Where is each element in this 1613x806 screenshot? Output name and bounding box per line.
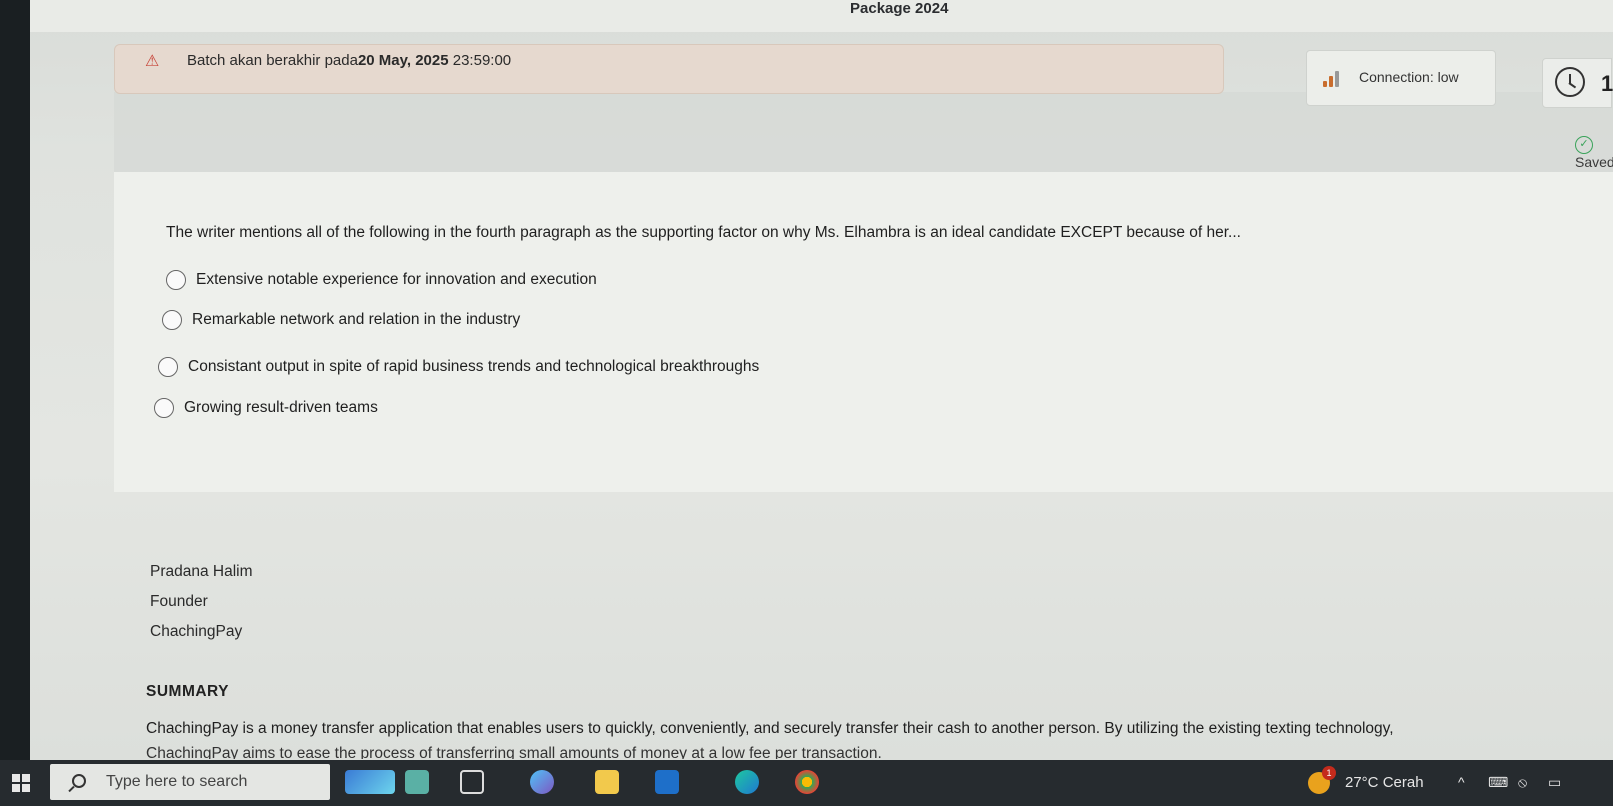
alert-date: 20 May, 2025 [357, 52, 449, 69]
weather-desc: Cerah [1382, 774, 1424, 791]
signature-role: Founder [150, 593, 208, 610]
warning-icon: ⚠ [145, 53, 160, 70]
saved-status: ✓Saved [1575, 136, 1613, 170]
page-title: Package 2024 [850, 0, 949, 17]
top-bar: Package 2024 [30, 0, 1613, 32]
signature-name: Pradana Halim [150, 563, 253, 580]
weather-widget[interactable]: 1 [1306, 766, 1336, 796]
widget-icon[interactable] [345, 770, 395, 794]
option-label: Growing result-driven teams [184, 399, 378, 417]
weather-text[interactable]: 27°C Cerah [1345, 774, 1424, 791]
file-explorer-icon[interactable] [595, 770, 619, 794]
battery-icon[interactable]: ▭ [1548, 774, 1561, 791]
option-b[interactable]: Remarkable network and relation in the i… [162, 310, 520, 330]
radio-button[interactable] [154, 398, 174, 418]
alert-prefix: Batch akan berakhir pada [187, 52, 358, 69]
windows-start-icon[interactable] [12, 774, 30, 792]
notification-badge: 1 [1322, 766, 1336, 780]
option-label: Consistant output in spite of rapid busi… [188, 358, 760, 376]
app-icon[interactable] [405, 770, 429, 794]
summary-line-1: ChachingPay is a money transfer applicat… [146, 720, 1394, 737]
task-view-icon[interactable] [460, 770, 484, 794]
signal-icon [1323, 69, 1345, 87]
radio-button[interactable] [162, 310, 182, 330]
question-text: The writer mentions all of the following… [166, 224, 1241, 241]
summary-line-2: ChachingPay aims to ease the process of … [146, 745, 882, 759]
deadline-alert: ⚠ Batch akan berakhir pada20 May, 2025 2… [114, 44, 1224, 94]
signature-company: ChachingPay [150, 623, 243, 640]
radio-button[interactable] [166, 270, 186, 290]
edge-icon[interactable] [735, 770, 759, 794]
timer-value: 1 [1601, 71, 1613, 96]
search-placeholder: Type here to search [106, 773, 248, 790]
connection-status: Connection: low [1306, 50, 1496, 106]
option-label: Remarkable network and relation in the i… [192, 311, 521, 329]
option-d[interactable]: Growing result-driven teams [154, 398, 378, 418]
copilot-icon[interactable] [530, 770, 554, 794]
saved-label: Saved [1575, 154, 1613, 171]
option-label: Extensive notable experience for innovat… [196, 271, 597, 289]
chrome-icon[interactable] [795, 770, 819, 794]
chevron-up-icon[interactable]: ^ [1458, 774, 1465, 790]
option-a[interactable]: Extensive notable experience for innovat… [166, 270, 597, 290]
temperature: 27°C [1345, 774, 1379, 791]
taskbar: Type here to search 1 27°C Cerah ^ ⌨ ⦸ ▭ [0, 760, 1613, 806]
option-c[interactable]: Consistant output in spite of rapid busi… [158, 357, 759, 377]
alert-message: Batch akan berakhir pada20 May, 2025 23:… [187, 52, 511, 69]
connection-label: Connection: low [1359, 69, 1459, 85]
clock-icon [1555, 67, 1585, 97]
taskbar-search-input[interactable]: Type here to search [50, 764, 330, 800]
keyboard-icon[interactable]: ⌨ [1488, 774, 1508, 791]
network-icon[interactable]: ⦸ [1518, 774, 1527, 791]
check-circle-icon: ✓ [1575, 136, 1593, 155]
search-icon [72, 774, 86, 788]
timer-widget[interactable]: 1 [1542, 58, 1613, 108]
summary-heading: SUMMARY [146, 683, 230, 700]
screen: Package 2024 ⚠ Batch akan berakhir pada2… [30, 0, 1613, 760]
radio-button[interactable] [158, 357, 178, 377]
alert-time: 23:59:00 [448, 52, 512, 69]
outlook-icon[interactable] [655, 770, 679, 794]
question-card [114, 172, 1613, 492]
